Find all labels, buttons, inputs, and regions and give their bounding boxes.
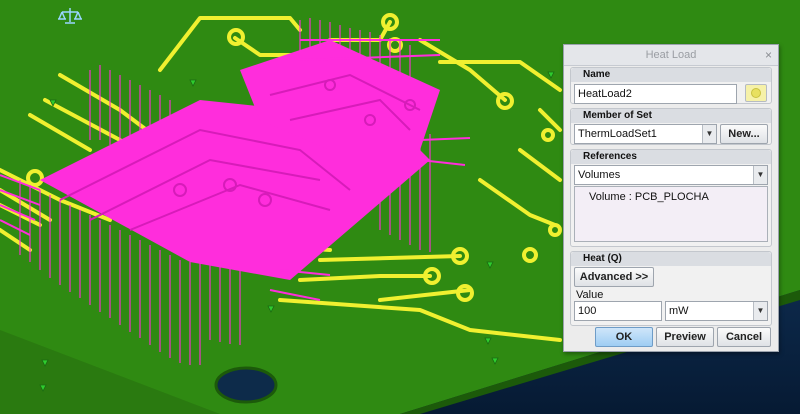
references-group: References Volumes ▼ Volume : PCB_PLOCHA (570, 149, 772, 247)
unit-select[interactable]: mW ▼ (665, 301, 768, 321)
name-group-label: Name (571, 68, 771, 82)
dialog-title: Heat Load (645, 49, 697, 61)
member-set-select[interactable]: ThermLoadSet1 ▼ (574, 124, 717, 144)
member-of-set-label: Member of Set (571, 109, 771, 123)
cancel-button[interactable]: Cancel (717, 327, 771, 347)
heat-value-field[interactable]: 100 (574, 301, 662, 321)
color-swatch-icon[interactable] (745, 84, 767, 102)
heat-load-dialog: Heat Load × Name HeatLoad2 Member of Set… (563, 44, 779, 352)
references-list[interactable]: Volume : PCB_PLOCHA (574, 186, 768, 242)
references-label: References (571, 150, 771, 164)
heat-group: Heat (Q) Advanced >> Value 100 mW ▼ (570, 251, 772, 326)
reference-type-value: Volumes (578, 169, 621, 181)
chevron-down-icon[interactable]: ▼ (753, 302, 767, 320)
name-group: Name HeatLoad2 (570, 67, 772, 104)
unit-value: mW (669, 305, 689, 317)
dialog-titlebar[interactable]: Heat Load × (564, 45, 778, 66)
value-label: Value (576, 289, 604, 301)
ok-button[interactable]: OK (595, 327, 653, 347)
close-icon[interactable]: × (765, 45, 772, 65)
preview-button[interactable]: Preview (656, 327, 714, 347)
reference-type-select[interactable]: Volumes ▼ (574, 165, 768, 185)
list-item[interactable]: Volume : PCB_PLOCHA (589, 191, 709, 203)
chevron-down-icon[interactable]: ▼ (753, 166, 767, 184)
advanced-button[interactable]: Advanced >> (574, 267, 654, 287)
member-of-set-group: Member of Set ThermLoadSet1 ▼ New... (570, 108, 772, 145)
new-set-button[interactable]: New... (720, 124, 768, 144)
name-field[interactable]: HeatLoad2 (574, 84, 737, 104)
heat-group-label: Heat (Q) (571, 252, 771, 266)
member-set-value: ThermLoadSet1 (578, 128, 657, 140)
chevron-down-icon[interactable]: ▼ (702, 125, 716, 143)
